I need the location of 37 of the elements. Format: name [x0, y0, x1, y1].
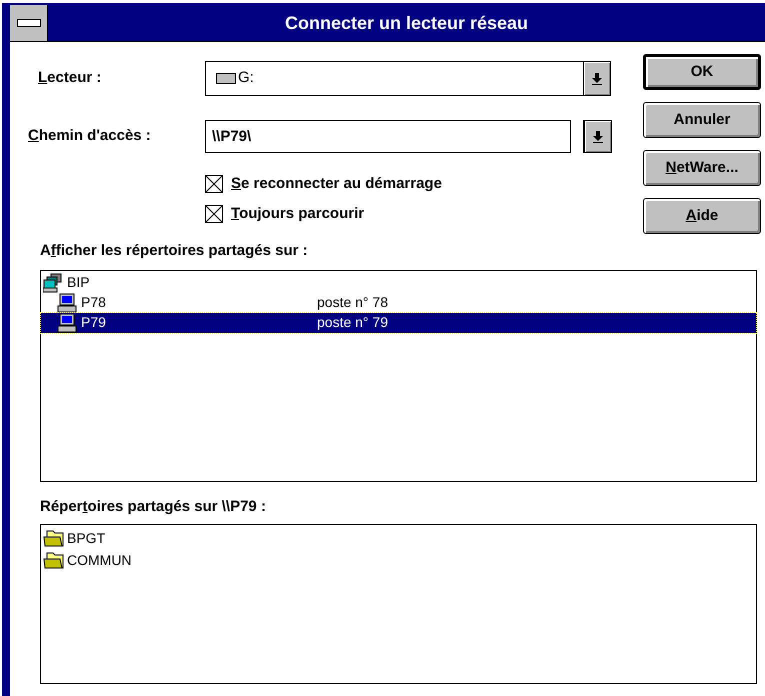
- list-label: Répertoires partagés sur \\P79 :: [40, 498, 266, 514]
- dialog-button[interactable]: Annuler: [643, 102, 761, 138]
- drive-dropdown[interactable]: G:: [205, 61, 611, 96]
- dropdown-button[interactable]: [584, 121, 611, 152]
- system-menu-button[interactable]: [10, 5, 48, 41]
- path-label: Chemin d'accès :: [28, 127, 151, 144]
- checkbox-label: Se reconnecter au démarrage: [231, 174, 442, 194]
- computer-name: P78: [81, 293, 106, 312]
- path-field[interactable]: \\P79\: [205, 120, 571, 153]
- list-item[interactable]: P79 poste n° 79: [41, 312, 756, 332]
- list-item[interactable]: P78 poste n° 78: [41, 292, 756, 312]
- computer-comment: poste n° 78: [317, 293, 388, 312]
- down-arrow-icon: [593, 130, 603, 142]
- list-item[interactable]: COMMUN: [41, 549, 756, 571]
- computer-name: BIP: [67, 273, 90, 292]
- list-item[interactable]: BIP: [41, 272, 756, 292]
- dialog-button[interactable]: Aide: [643, 198, 761, 234]
- computer-icon: [57, 292, 79, 312]
- list-label: Afficher les répertoires partagés sur :: [40, 242, 308, 259]
- dialog-button[interactable]: NetWare...: [643, 150, 761, 186]
- drive-value: G:: [238, 68, 254, 88]
- folder-icon: [43, 550, 65, 570]
- checkbox-label: Toujours parcourir: [231, 204, 364, 224]
- down-arrow-icon: [592, 72, 602, 84]
- system-menu-icon: [16, 19, 40, 27]
- checkbox[interactable]: [205, 205, 223, 223]
- dropdown-button[interactable]: [583, 62, 610, 95]
- checkbox[interactable]: [205, 175, 223, 193]
- window-title: Connecter un lecteur réseau: [284, 12, 530, 34]
- dialog-button[interactable]: OK: [643, 54, 761, 90]
- drive-icon: [216, 73, 236, 84]
- computer-name: P79: [81, 313, 106, 332]
- list-item[interactable]: BPGT: [41, 527, 756, 549]
- drive-label: Lecteur :: [38, 69, 102, 86]
- folder-icon: [43, 528, 65, 548]
- computer-comment: poste n° 79: [317, 313, 388, 332]
- computer-icon: [57, 312, 79, 332]
